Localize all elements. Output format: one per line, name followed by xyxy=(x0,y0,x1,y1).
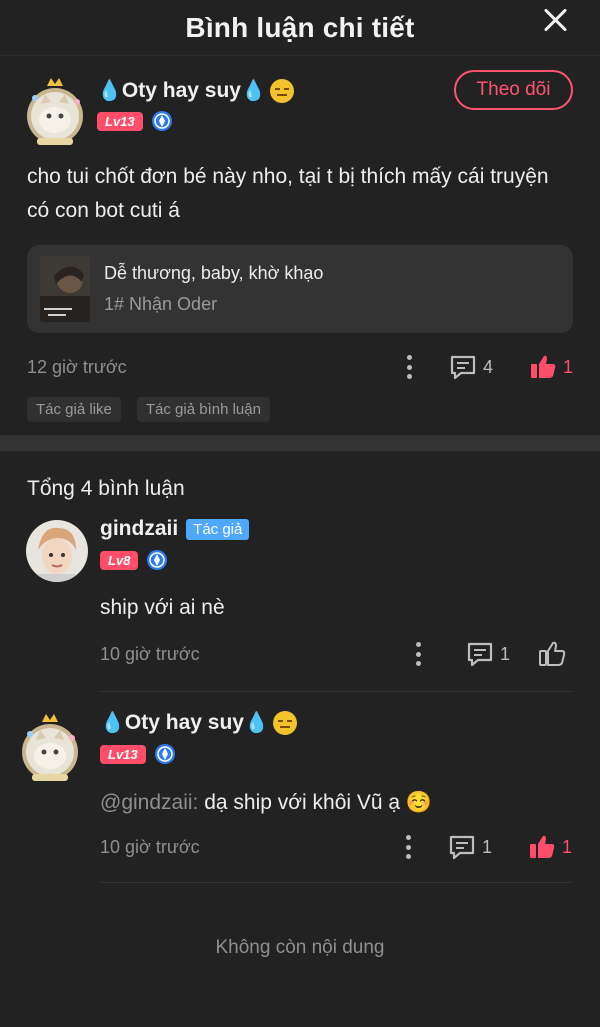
tag-author-like[interactable]: Tác giả like xyxy=(27,397,121,422)
post-meta-row: 12 giờ trước 4 1 xyxy=(27,341,573,393)
section-divider xyxy=(0,435,600,451)
page-title: Bình luận chi tiết xyxy=(185,11,415,43)
comment-icon xyxy=(467,642,493,667)
comment-timestamp: 10 giờ trước xyxy=(100,836,200,857)
post-text: cho tui chốt đơn bé này nho, tại t bị th… xyxy=(27,165,549,222)
level-badge: Lv13 xyxy=(100,744,146,764)
post-timestamp: 12 giờ trước xyxy=(27,356,127,377)
avatar[interactable] xyxy=(23,72,87,150)
droplet-icon: 💧 xyxy=(100,712,125,734)
book-card[interactable]: Dễ thương, baby, khờ khạo 1# Nhận Oder xyxy=(27,245,573,333)
thumbs-up-icon xyxy=(529,835,555,858)
more-options-icon[interactable] xyxy=(416,642,422,666)
more-options-icon[interactable] xyxy=(406,835,412,859)
comment-item: gindzaii Tác giả Lv8 ship với ai nè 10 g… xyxy=(0,517,600,689)
avatar[interactable] xyxy=(18,708,82,786)
tag-author-comment[interactable]: Tác giả bình luận xyxy=(136,397,270,422)
end-of-content-label: Không còn nội dung xyxy=(215,937,385,958)
comment-icon xyxy=(449,835,475,860)
thumbs-up-icon xyxy=(539,641,566,666)
thumbs-up-icon xyxy=(530,355,556,378)
comment-text: @gindzaii: dạ ship với khôi Vũ ạ ☺️ xyxy=(100,791,433,814)
mention-link[interactable]: @gindzaii: xyxy=(100,791,198,814)
post-author-name[interactable]: 💧 Oty hay suy 💧 xyxy=(97,78,294,103)
comment-icon xyxy=(450,355,476,380)
expressionless-face-icon xyxy=(272,710,297,735)
comment-timestamp: 10 giờ trước xyxy=(100,643,200,664)
droplet-icon: 💧 xyxy=(240,80,266,102)
header-bar: Bình luận chi tiết xyxy=(0,0,600,56)
level-badge: Lv8 xyxy=(100,550,139,570)
book-cover xyxy=(40,256,90,322)
author-tag: Tác giả xyxy=(186,518,250,540)
comments-total: Tổng 4 bình luận xyxy=(27,477,185,500)
comment-separator xyxy=(100,882,572,883)
comment-author-name[interactable]: gindzaii xyxy=(100,517,178,541)
comment-text: ship với ai nè xyxy=(100,596,225,619)
comment-author-name[interactable]: 💧 Oty hay suy 💧 xyxy=(100,710,600,735)
gem-badge-icon xyxy=(151,111,172,131)
more-options-icon[interactable] xyxy=(407,355,413,379)
gem-badge-icon xyxy=(147,550,168,570)
book-title: Dễ thương, baby, khờ khạo xyxy=(104,263,324,283)
comment-button[interactable]: 4 xyxy=(449,354,493,380)
like-button[interactable]: 1 xyxy=(529,354,573,380)
level-badge: Lv13 xyxy=(97,111,143,131)
gem-badge-icon xyxy=(154,744,175,764)
like-button[interactable] xyxy=(538,641,572,667)
post: 💧 Oty hay suy 💧 Lv13 Theo dõi cho tui ch… xyxy=(0,56,600,422)
book-subtitle: 1# Nhận Oder xyxy=(104,294,218,314)
like-button[interactable]: 1 xyxy=(528,834,572,860)
reply-button[interactable]: 1 xyxy=(466,641,510,667)
comment-separator xyxy=(100,691,572,692)
comment-item: 💧 Oty hay suy 💧 Lv13 @gindzaii: dạ ship … xyxy=(0,710,600,880)
droplet-icon: 💧 xyxy=(243,712,269,734)
reply-button[interactable]: 1 xyxy=(448,834,492,860)
follow-button[interactable]: Theo dõi xyxy=(454,70,573,110)
avatar[interactable] xyxy=(26,520,88,582)
expressionless-face-icon xyxy=(269,78,294,103)
droplet-icon: 💧 xyxy=(97,80,122,102)
close-icon[interactable] xyxy=(540,5,570,35)
comments-section: Tổng 4 bình luận gindzaii Tác giả Lv8 sh… xyxy=(0,451,600,883)
